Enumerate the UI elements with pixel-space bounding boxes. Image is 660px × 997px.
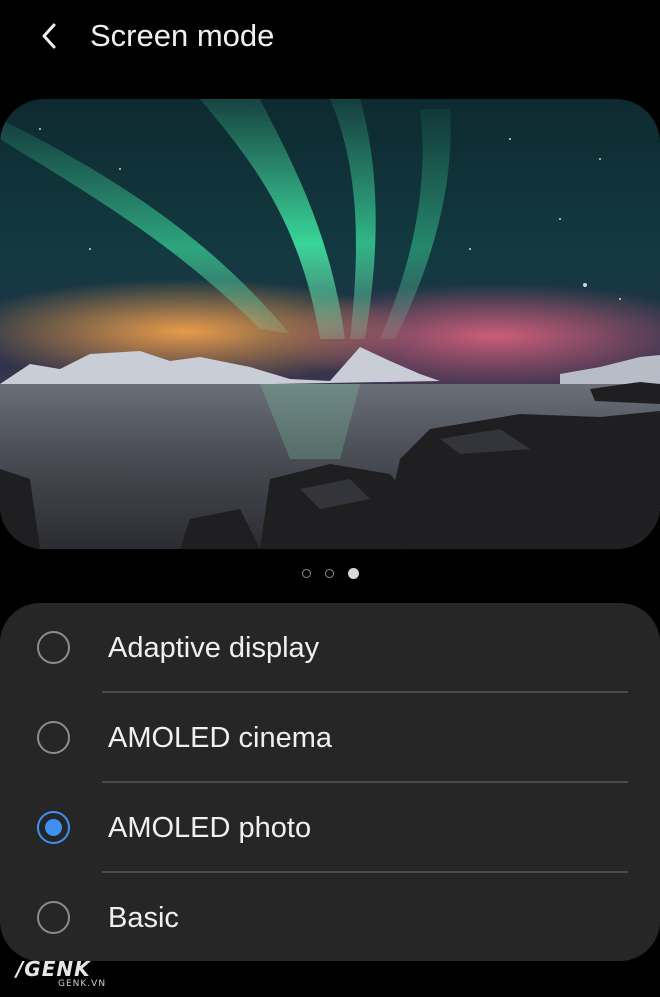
genk-watermark: /GENK GENK.VN <box>10 955 130 995</box>
back-button[interactable] <box>30 16 70 56</box>
pager-dot[interactable] <box>324 568 334 578</box>
watermark-site: GENK.VN <box>58 979 107 989</box>
option-label: Basic <box>108 902 179 934</box>
page-title: Screen mode <box>90 18 275 53</box>
option-basic[interactable]: Basic <box>0 873 660 963</box>
chevron-left-icon <box>42 23 56 49</box>
radio-button[interactable] <box>37 721 70 754</box>
pager-dot-active[interactable] <box>347 567 359 579</box>
radio-button-selected[interactable] <box>37 811 70 844</box>
app-header: Screen mode <box>0 0 660 76</box>
pager-dot[interactable] <box>301 568 311 578</box>
option-amoled-photo[interactable]: AMOLED photo <box>0 783 660 873</box>
option-label: Adaptive display <box>108 632 320 664</box>
screen-mode-preview-image[interactable] <box>0 99 660 549</box>
option-adaptive-display[interactable]: Adaptive display <box>0 603 660 693</box>
radio-button[interactable] <box>37 631 70 664</box>
radio-button[interactable] <box>37 901 70 934</box>
watermark-logo: /GENK <box>16 957 91 981</box>
preview-pager <box>0 565 660 581</box>
option-label: AMOLED photo <box>108 812 312 844</box>
screen-mode-options: Adaptive display AMOLED cinema AMOLED ph… <box>0 603 660 961</box>
option-amoled-cinema[interactable]: AMOLED cinema <box>0 693 660 783</box>
option-label: AMOLED cinema <box>108 722 333 754</box>
